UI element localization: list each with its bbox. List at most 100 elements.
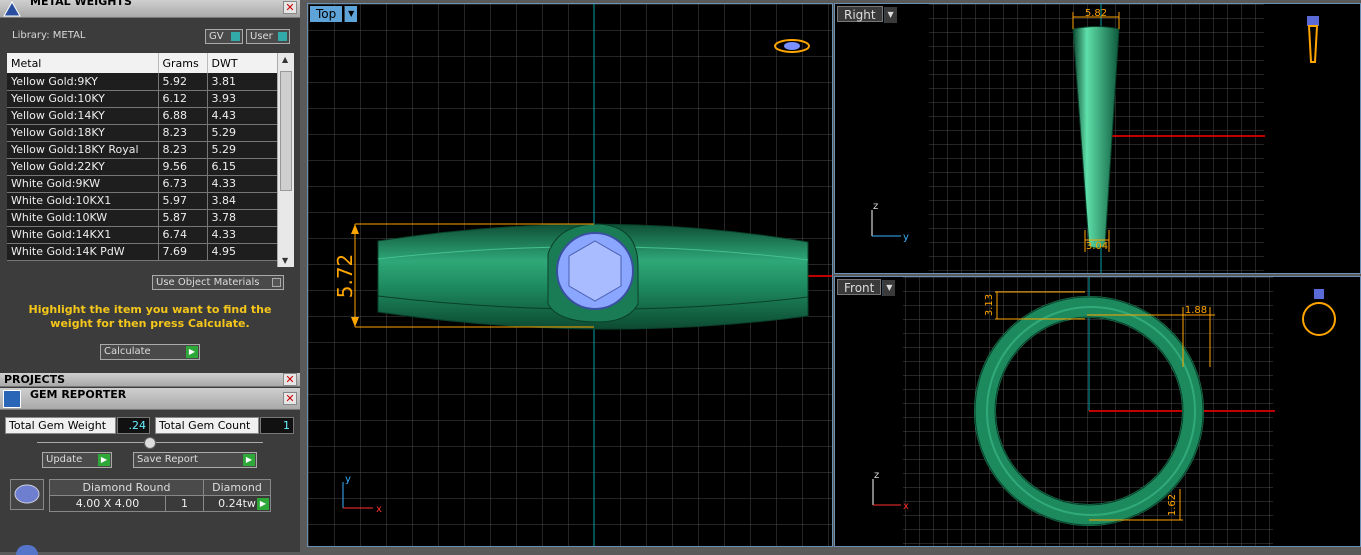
cell-grams: 6.88 (158, 107, 208, 125)
gv-label: GV (209, 31, 224, 42)
play-arrow-icon: ▶ (186, 346, 198, 358)
metal-table-scrollbar[interactable]: ▲ ▼ (277, 53, 294, 267)
cell-dwt: 3.93 (207, 90, 278, 108)
cell-grams: 6.74 (158, 226, 208, 244)
front-viewport[interactable]: 3.13 1.88 1.62 z x Front ▼ (834, 276, 1361, 547)
library-label: Library: METAL (12, 30, 86, 41)
close-metal-weights-button[interactable]: ✕ (283, 1, 297, 14)
projects-header: PROJECTS ✕ (0, 373, 300, 387)
use-object-materials-toggle[interactable]: Use Object Materials (152, 275, 284, 290)
cell-grams: 8.23 (158, 124, 208, 142)
table-row[interactable]: Yellow Gold:22KY 9.56 6.15 (7, 158, 278, 176)
table-row[interactable]: Yellow Gold:18KY 8.23 5.29 (7, 124, 278, 142)
user-toggle[interactable]: User (246, 29, 290, 44)
table-row[interactable]: White Gold:10KX1 5.97 3.84 (7, 192, 278, 210)
column-header-metal[interactable]: Metal (7, 53, 159, 73)
update-button[interactable]: Update ▶ (42, 452, 112, 468)
top-dimension-label: 5.72 (333, 254, 357, 299)
table-row[interactable]: Yellow Gold:18KY Royal 8.23 5.29 (7, 141, 278, 159)
svg-text:x: x (903, 501, 909, 512)
right-dimension-top: 5.82 (1085, 8, 1107, 19)
gem-name: Diamond Round (49, 479, 204, 496)
save-report-button[interactable]: Save Report ▶ (133, 452, 257, 468)
cell-dwt: 3.81 (207, 73, 278, 91)
table-row[interactable]: White Gold:14KX1 6.74 4.33 (7, 226, 278, 244)
metal-weights-icon (3, 0, 21, 17)
front-dimension-right: 1.88 (1185, 305, 1207, 316)
close-projects-button[interactable]: ✕ (283, 373, 297, 386)
gem-reporter-icon (3, 390, 21, 408)
splitter-handle-icon[interactable] (144, 437, 156, 449)
cell-dwt: 4.43 (207, 107, 278, 125)
calculate-button[interactable]: Calculate ▶ (100, 344, 200, 360)
cell-grams: 7.69 (158, 243, 208, 261)
gem-play-arrow-icon[interactable]: ▶ (257, 498, 269, 510)
cell-dwt: 3.84 (207, 192, 278, 210)
scrollbar-thumb[interactable] (280, 71, 292, 191)
table-row[interactable]: Yellow Gold:10KY 6.12 3.93 (7, 90, 278, 108)
column-header-grams[interactable]: Grams (158, 53, 208, 73)
gv-toggle[interactable]: GV (205, 29, 243, 44)
scroll-up-icon[interactable]: ▲ (282, 55, 288, 64)
cell-metal: Yellow Gold:18KY Royal (7, 141, 159, 159)
close-gem-reporter-button[interactable]: ✕ (283, 392, 297, 405)
cell-metal: Yellow Gold:10KY (7, 90, 159, 108)
cell-dwt: 4.33 (207, 226, 278, 244)
cell-dwt: 4.33 (207, 175, 278, 193)
cell-grams: 6.73 (158, 175, 208, 193)
chevron-down-icon[interactable]: ▼ (883, 7, 897, 23)
cell-metal: Yellow Gold:9KY (7, 73, 159, 91)
cell-metal: White Gold:14K PdW (7, 243, 159, 261)
cell-grams: 5.97 (158, 192, 208, 210)
gem-row[interactable]: Diamond Round Diamond 4.00 X 4.00 1 0.24… (8, 477, 271, 512)
cell-grams: 8.23 (158, 141, 208, 159)
front-view-label: Front (844, 281, 875, 295)
total-gem-weight-value: .24 (117, 417, 150, 434)
cell-dwt: 3.78 (207, 209, 278, 227)
right-view-tab[interactable]: Right ▼ (837, 6, 897, 23)
update-label: Update (46, 454, 83, 465)
table-row[interactable]: White Gold:10KW 5.87 3.78 (7, 209, 278, 227)
gv-indicator-icon (231, 32, 240, 41)
cell-dwt: 6.15 (207, 158, 278, 176)
cell-dwt: 5.29 (207, 141, 278, 159)
chevron-down-icon[interactable]: ▼ (344, 6, 358, 22)
cell-dwt: 5.29 (207, 124, 278, 142)
calculate-hint: Highlight the item you want to find the … (28, 303, 272, 330)
top-view-tab[interactable]: Top ▼ (310, 6, 358, 22)
user-indicator-icon (278, 32, 287, 41)
front-view-canvas: 3.13 1.88 1.62 z x (872, 277, 1336, 546)
ring-side-thumbnail-icon (1307, 16, 1319, 63)
scroll-down-icon[interactable]: ▼ (282, 256, 288, 265)
metal-weights-title: METAL WEIGHTS (30, 0, 132, 8)
table-row[interactable]: Yellow Gold:14KY 6.88 4.43 (7, 107, 278, 125)
use-object-materials-checkbox[interactable] (272, 278, 281, 287)
table-row[interactable]: White Gold:9KW 6.73 4.33 (7, 175, 278, 193)
user-label: User (250, 31, 273, 42)
metal-table: Metal Grams DWT Yellow Gold:9KY 5.92 3.81 Y… (7, 53, 278, 261)
metal-table-header: Metal Grams DWT (7, 53, 278, 73)
front-dimension-bottom: 1.62 (1167, 494, 1178, 516)
gem-weight-cell: 0.24tw ▶ (203, 495, 271, 512)
front-dimension-left: 3.13 (984, 294, 995, 316)
svg-text:y: y (903, 232, 909, 243)
cell-dwt: 4.95 (207, 243, 278, 261)
right-viewport[interactable]: 5.82 3.04 z y Right ▼ (834, 3, 1361, 274)
total-gem-weight-label: Total Gem Weight (5, 417, 116, 434)
front-view-tab[interactable]: Front ▼ (837, 279, 896, 296)
partial-gem-icon (16, 545, 38, 555)
top-view-canvas: 5.72 y x (308, 4, 832, 546)
cell-metal: Yellow Gold:14KY (7, 107, 159, 125)
ring-front-thumbnail-icon (1302, 289, 1336, 336)
svg-text:z: z (874, 470, 879, 481)
use-object-materials-label: Use Object Materials (156, 277, 260, 288)
column-header-dwt[interactable]: DWT (207, 53, 278, 73)
right-view-canvas: 5.82 3.04 z y (871, 4, 1319, 273)
top-viewport[interactable]: 5.72 y x Top ▼ (307, 3, 833, 547)
cell-metal: White Gold:10KX1 (7, 192, 159, 210)
metal-weights-header: METAL WEIGHTS ✕ (0, 0, 300, 18)
cell-grams: 5.87 (158, 209, 208, 227)
table-row[interactable]: White Gold:14K PdW 7.69 4.95 (7, 243, 278, 261)
chevron-down-icon[interactable]: ▼ (882, 280, 896, 296)
table-row[interactable]: Yellow Gold:9KY 5.92 3.81 (7, 73, 278, 91)
